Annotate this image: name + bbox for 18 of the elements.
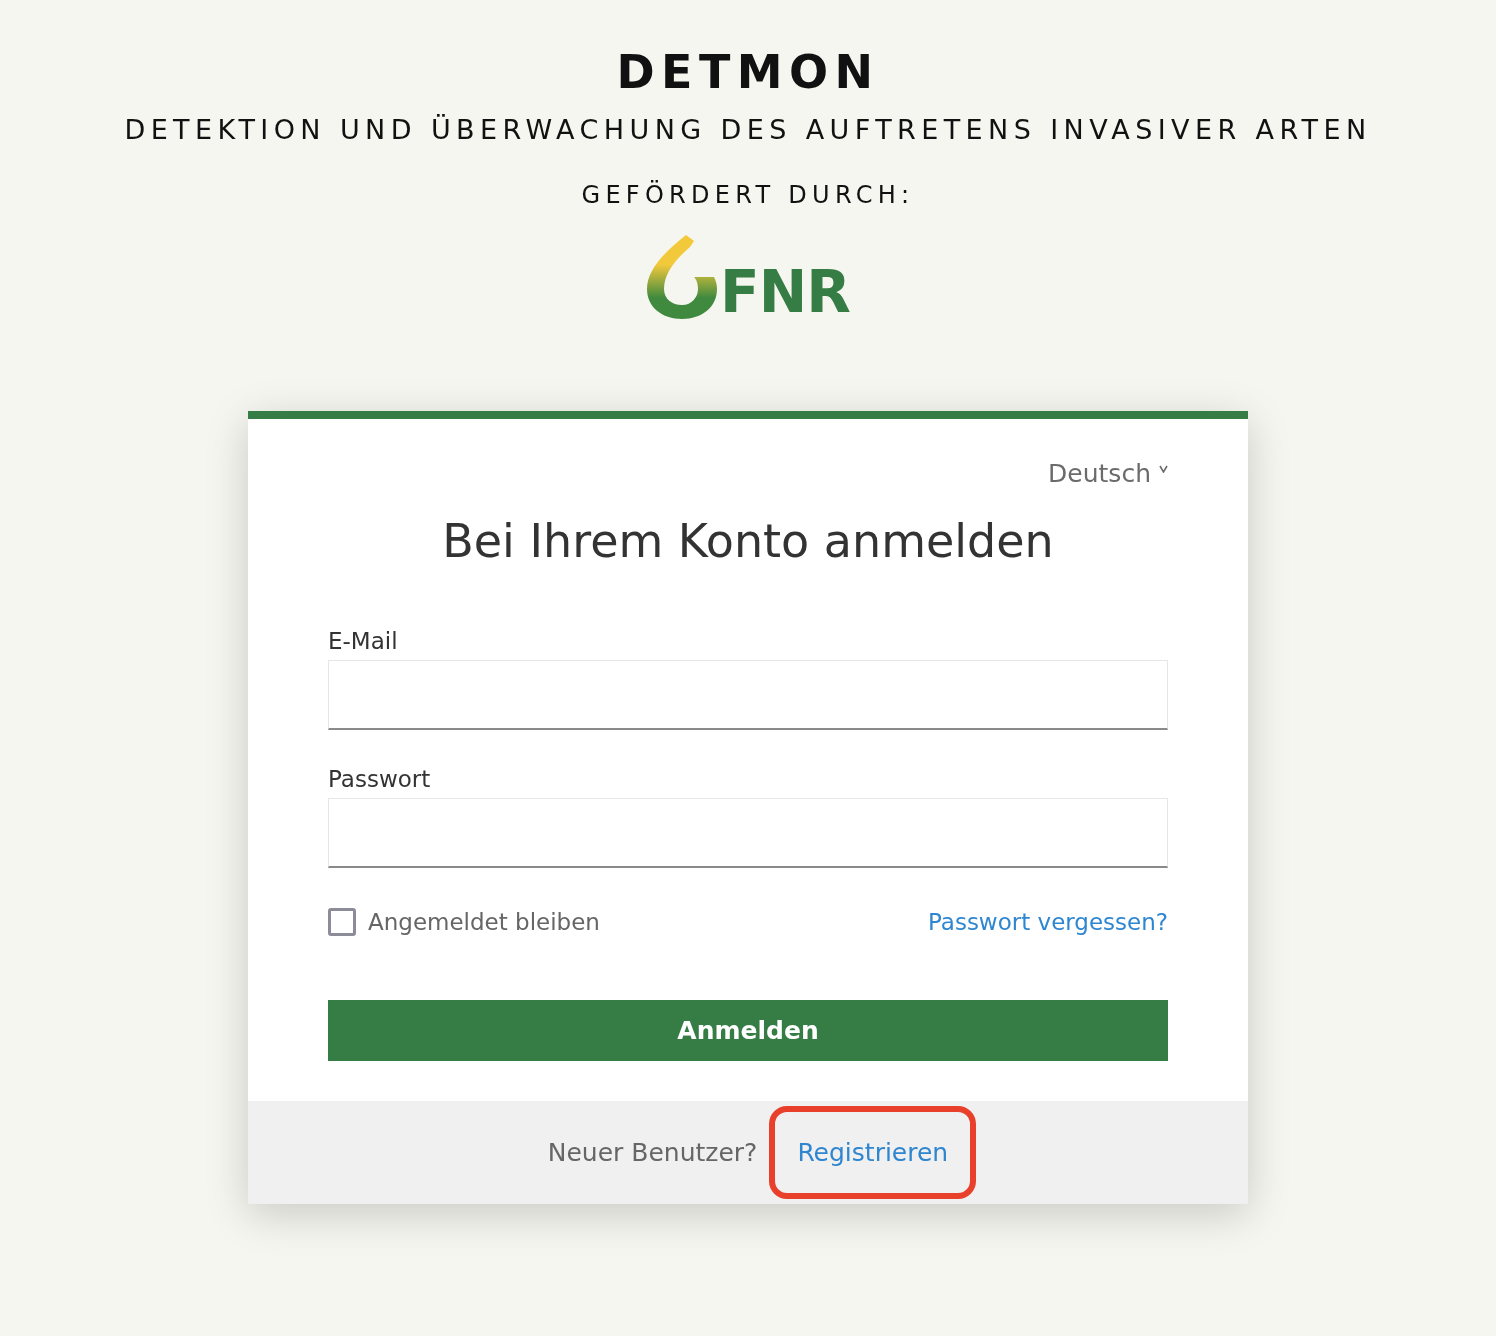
field-label: Passwort [328,766,432,792]
login-heading: Bei Ihrem Konto anmelden [441,514,1055,568]
field-label: E-Mail [328,628,399,654]
logo-text: FNR [720,265,850,319]
funding-label: GEFÖRDERT DURCH: [581,181,915,209]
language-dropdown[interactable]: Deutsch [1048,459,1168,488]
login-button[interactable]: Anmelden [328,1000,1168,1061]
caret-icon [1159,465,1168,473]
site-subtitle: DETEKTION UND ÜBERWACHUNG DES AUFTRETENS INVASIVER ARTEN [124,114,1372,145]
input-field[interactable] [328,798,1168,868]
input-field[interactable] [328,660,1168,730]
remember-label: Angemeldet bleiben [368,909,600,935]
new-user-prompt: Neuer Benutzer? [547,1138,758,1167]
flame-icon [646,233,719,319]
remember-checkbox[interactable] [328,908,356,936]
forgot-password-link[interactable]: Passwort vergessen? [927,909,1168,935]
site-title: DETMON [616,44,880,100]
register-link[interactable]: Registrieren [797,1138,949,1167]
